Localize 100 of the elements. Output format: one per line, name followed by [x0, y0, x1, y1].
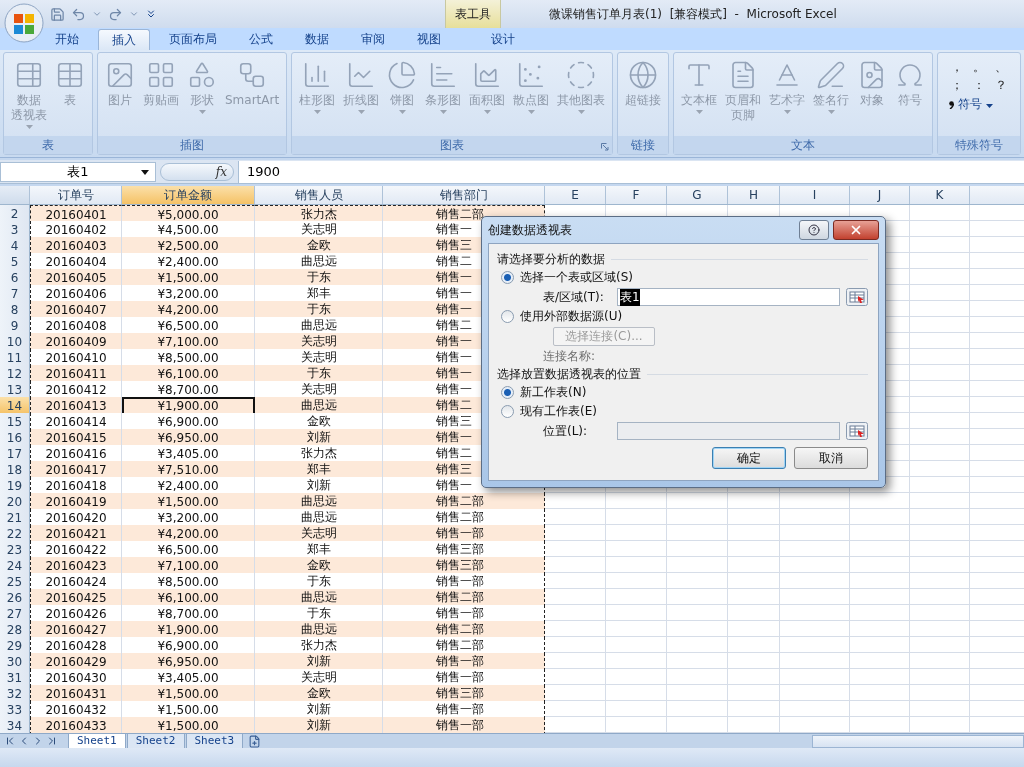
button-label: 文本框	[681, 93, 718, 108]
table-cell: 20160433	[30, 717, 122, 733]
button-label: SmartArt	[225, 93, 280, 108]
group-label: 表	[42, 136, 54, 154]
symbol-button[interactable]: ，	[947, 59, 968, 75]
column-header[interactable]: 订单金额	[122, 186, 255, 204]
button-label: 折线图	[343, 93, 380, 108]
symbol-button[interactable]: ：	[969, 77, 990, 93]
button-label: 柱形图	[299, 93, 336, 108]
name-box[interactable]: 表1	[0, 161, 156, 182]
dialog-button[interactable]: 取消	[794, 447, 868, 469]
button-label: 形状	[190, 93, 214, 108]
ribbon-tab[interactable]: 视图	[404, 29, 454, 50]
button-label: 面积图	[469, 93, 506, 108]
globe-icon	[628, 60, 659, 90]
redo-icon[interactable]	[108, 6, 123, 22]
close-icon	[849, 223, 863, 237]
button-label: 符号	[898, 93, 923, 108]
symbol-button[interactable]: ？	[991, 77, 1012, 93]
save-icon[interactable]	[50, 6, 65, 22]
group-label: 插图	[180, 136, 205, 154]
column-header[interactable]: F	[606, 186, 667, 204]
symbol-button[interactable]: 、	[991, 59, 1012, 75]
field-label: 表/区域(T):	[543, 288, 605, 306]
radio-button[interactable]	[501, 405, 514, 418]
insert-function-button[interactable]: fx	[160, 162, 234, 181]
insert-sheet-icon[interactable]	[248, 734, 262, 748]
field-label: 位置(L):	[543, 422, 589, 440]
ribbon-tab[interactable]: 设计	[478, 29, 528, 50]
caret-icon[interactable]	[141, 169, 149, 175]
button-label: 表	[64, 93, 76, 108]
close-button[interactable]	[833, 220, 879, 240]
dialog-button[interactable]: 确定	[712, 447, 786, 469]
column-header[interactable]: E	[545, 186, 606, 204]
radio-button[interactable]	[501, 310, 514, 323]
table-cell: 刘新	[255, 717, 383, 733]
button-label: 饼图	[390, 93, 415, 108]
image-icon	[105, 60, 135, 90]
ribbon-tab[interactable]: 插入	[98, 29, 150, 50]
range-select-icon[interactable]	[846, 422, 868, 440]
button-label: 条形图	[425, 93, 462, 108]
radio-button[interactable]	[501, 386, 514, 399]
button-label: 散点图	[513, 93, 550, 108]
help-icon	[808, 224, 820, 236]
button-label: 剪贴画	[143, 93, 179, 108]
table-icon	[55, 60, 85, 90]
window-title: 微课销售订单月表(1) [兼容模式] - Microsoft Excel	[549, 5, 837, 23]
ribbon-tab[interactable]: 审阅	[348, 29, 398, 50]
undo-icon[interactable]	[71, 6, 86, 22]
button-label: 透视表	[11, 108, 47, 123]
ribbon-tab[interactable]: 页面布局	[156, 29, 230, 50]
table-cell: 销售一部	[383, 717, 545, 733]
column-header[interactable]: H	[728, 186, 780, 204]
button-label: 数据	[17, 93, 41, 108]
office-logo-icon[interactable]	[4, 3, 44, 43]
ring-chart-icon	[566, 60, 597, 90]
ribbon-tab[interactable]: 数据	[292, 29, 342, 50]
button-label: 其他图表	[557, 93, 606, 108]
pie-chart-icon	[387, 60, 418, 90]
ribbon-tab[interactable]: 开始	[42, 29, 92, 50]
ribbon-tab[interactable]: 公式	[236, 29, 286, 50]
shapes-icon	[187, 60, 217, 90]
comma-icon	[949, 100, 955, 109]
select-all-corner[interactable]	[0, 186, 30, 204]
caret-icon	[986, 103, 994, 108]
column-header[interactable]: G	[667, 186, 728, 204]
range-select-icon[interactable]	[846, 288, 868, 306]
sheet-tab[interactable]: Sheet1	[68, 733, 126, 749]
symbol-button[interactable]: 。	[969, 59, 990, 75]
column-header[interactable]: K	[910, 186, 970, 204]
formula-field[interactable]: 1900	[238, 160, 1024, 183]
customize-icon[interactable]	[145, 8, 157, 20]
group-label: 图表	[440, 136, 465, 154]
column-header[interactable]: J	[850, 186, 910, 204]
button-label: 超链接	[625, 93, 662, 108]
column-header[interactable]: 销售人员	[255, 186, 383, 204]
field-label: 连接名称:	[542, 347, 597, 365]
radio-button[interactable]	[501, 271, 514, 284]
sheet-tab[interactable]: Sheet3	[185, 733, 244, 749]
range-field[interactable]: 表1	[617, 288, 840, 306]
symbol-menu-button[interactable]: 符号	[941, 93, 1002, 116]
group-label: 特殊符号	[955, 136, 1004, 154]
column-header[interactable]: 销售部门	[383, 186, 545, 204]
sheet-tab[interactable]: Sheet2	[126, 733, 185, 749]
last-sheet-icon[interactable]	[46, 735, 58, 747]
horizontal-scrollbar[interactable]	[812, 734, 1024, 748]
button-label: 图片	[108, 93, 132, 108]
group-label: 链接	[631, 136, 656, 154]
context-tab-label: 表工具	[445, 0, 501, 28]
first-sheet-icon[interactable]	[4, 735, 16, 747]
button-label: 签名行	[813, 93, 850, 108]
grid-icon	[146, 60, 176, 90]
row-header[interactable]: 34	[0, 717, 30, 733]
column-header[interactable]: I	[780, 186, 850, 204]
group-label: 文本	[791, 136, 816, 154]
button-label: 页脚	[731, 108, 756, 123]
button-label: 艺术字	[769, 93, 806, 108]
help-button[interactable]	[799, 220, 829, 240]
pivot-table-icon	[14, 60, 44, 90]
symbol-button[interactable]: ；	[947, 77, 968, 93]
